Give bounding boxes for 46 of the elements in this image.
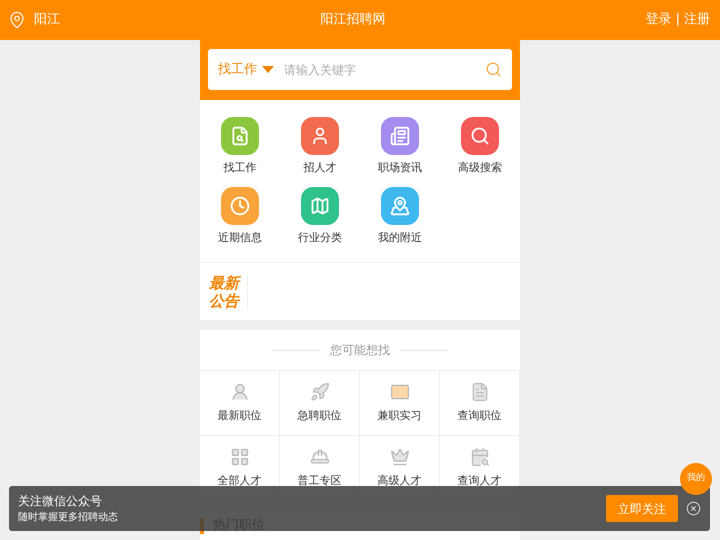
caret-icon bbox=[262, 66, 274, 74]
site-title: 阳江招聘网 bbox=[319, 11, 386, 30]
location-icon bbox=[8, 11, 26, 29]
menu-label: 行业分类 bbox=[298, 230, 342, 246]
section-title: 您可能想找 bbox=[330, 342, 390, 359]
suggestion-label: 普工专区 bbox=[298, 472, 342, 489]
suggestion-label: 查询职位 bbox=[458, 408, 502, 424]
menu-item[interactable]: 高级搜索 bbox=[440, 117, 520, 176]
suggestion-label: 兼职实习 bbox=[378, 408, 422, 424]
menu-label: 近期信息 bbox=[218, 230, 262, 246]
suggestion-label: 查询人才 bbox=[458, 472, 502, 489]
notice-badge: 最新 公告 bbox=[209, 274, 248, 310]
suggestion-label: 全部人才 bbox=[218, 472, 262, 489]
calendar-icon bbox=[470, 446, 490, 467]
map-icon bbox=[310, 196, 330, 216]
map-pin-icon bbox=[390, 196, 410, 216]
clock-icon bbox=[230, 196, 250, 216]
menu-item[interactable]: 职场资讯 bbox=[360, 117, 440, 176]
menu-label: 招人才 bbox=[304, 160, 336, 176]
menu-item[interactable]: 我的附近 bbox=[360, 186, 440, 246]
suggestion-item[interactable]: 急聘职位 bbox=[280, 371, 360, 436]
document-search-icon bbox=[230, 126, 250, 146]
menu-item[interactable]: 找工作 bbox=[200, 117, 280, 176]
menu-item[interactable]: 行业分类 bbox=[280, 186, 360, 246]
menu-label: 高级搜索 bbox=[458, 160, 502, 176]
search-icon bbox=[470, 126, 490, 146]
menu-label: 职场资讯 bbox=[378, 160, 422, 176]
newspaper-icon bbox=[390, 126, 410, 146]
banner-title: 关注微信公众号 bbox=[18, 492, 103, 510]
menu-label: 找工作 bbox=[224, 160, 256, 176]
separator: | bbox=[676, 11, 680, 30]
menu-label: 我的附近 bbox=[378, 230, 422, 246]
suggestion-label: 最新职位 bbox=[218, 408, 262, 424]
rocket-icon bbox=[310, 382, 330, 402]
crown-icon bbox=[390, 446, 410, 467]
suggestion-item[interactable]: 兼职实习 bbox=[360, 371, 440, 436]
suggestion-item[interactable]: 查询职位 bbox=[440, 371, 520, 436]
close-icon[interactable] bbox=[686, 501, 701, 516]
person-icon bbox=[230, 382, 250, 402]
document-icon bbox=[470, 382, 490, 402]
suggestion-label: 高级人才 bbox=[378, 472, 422, 489]
menu-item[interactable]: 近期信息 bbox=[200, 186, 280, 246]
suggestion-item[interactable]: 最新职位 bbox=[200, 371, 280, 436]
suggestion-label: 急聘职位 bbox=[298, 408, 342, 424]
menu-item[interactable]: 招人才 bbox=[280, 117, 360, 176]
grid-icon bbox=[230, 446, 250, 467]
